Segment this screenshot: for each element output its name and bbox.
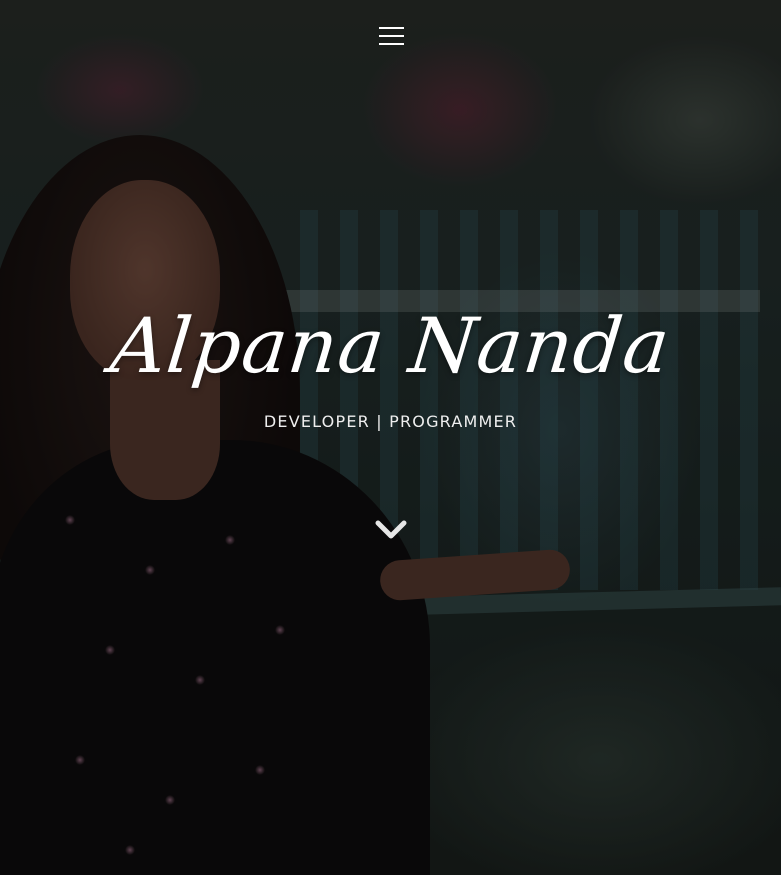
hero-section: Alpana Nanda DEVELOPER | PROGRAMMER <box>0 0 781 875</box>
hero-subtitle: DEVELOPER | PROGRAMMER <box>263 412 518 431</box>
hero-name: Alpana Nanda <box>106 301 675 390</box>
menu-bar-middle <box>379 35 404 37</box>
menu-bar-top <box>379 27 404 29</box>
hero-overlay <box>0 0 781 875</box>
chevron-down-icon[interactable] <box>374 517 408 545</box>
menu-bar-bottom <box>379 43 404 45</box>
hamburger-menu-icon[interactable] <box>379 24 405 48</box>
